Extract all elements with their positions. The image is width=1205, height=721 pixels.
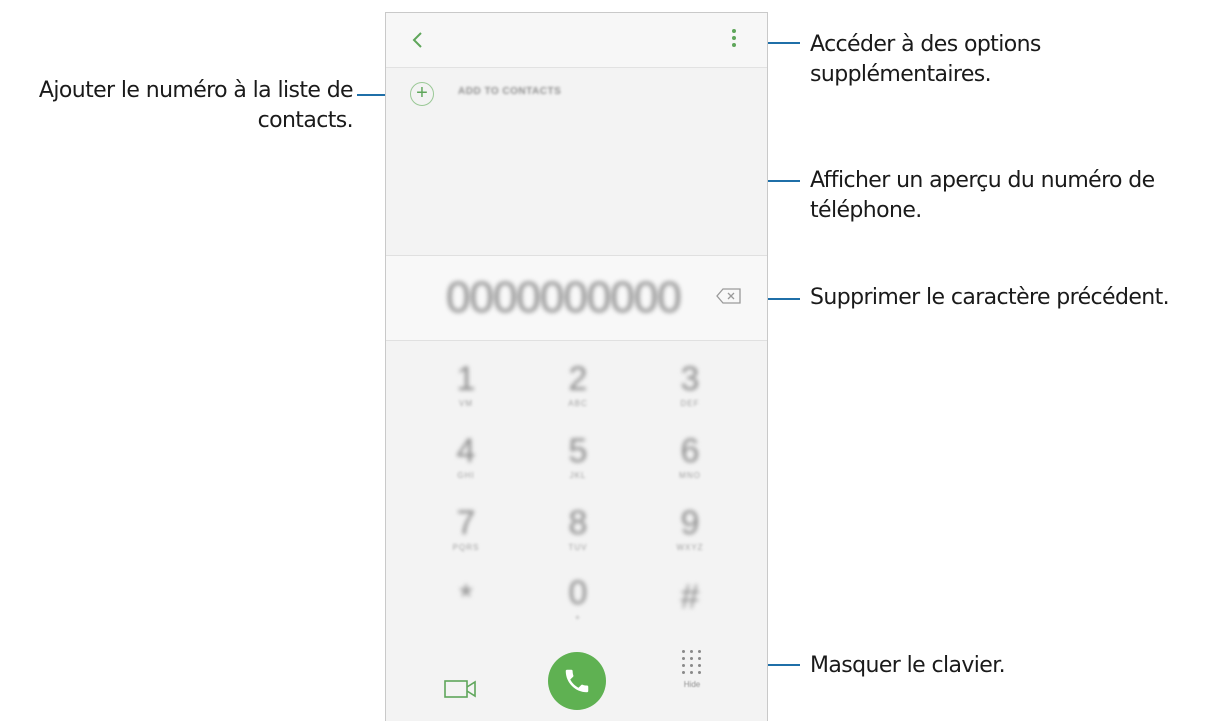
callout-more-options-line1: Accéder à des options [810, 32, 1041, 57]
keypad-key-5[interactable]: 5 JKL [538, 431, 618, 481]
callout-delete-char: Supprimer le caractère précédent. [810, 285, 1170, 310]
callout-add-contact-line1: Ajouter le numéro à la liste de [38, 78, 354, 103]
keypad-key-9[interactable]: 9 WXYZ [650, 503, 730, 553]
key-letters: VM [459, 399, 473, 408]
key-letters: WXYZ [676, 543, 704, 552]
phone-number-preview: 0000000000 [446, 273, 682, 322]
key-digit: 1 [456, 360, 476, 398]
add-to-contacts-row[interactable]: + ADD TO CONTACTS [386, 68, 767, 120]
key-digit: 4 [456, 432, 476, 470]
key-digit: 7 [456, 504, 476, 542]
phone-dialer-screen: + ADD TO CONTACTS 0000000000 1 VM 2 ABC … [385, 12, 768, 721]
keypad-hide-icon [682, 650, 702, 674]
callout-add-contact: Ajouter le numéro à la liste de contacts… [8, 76, 354, 136]
keypad-key-1[interactable]: 1 VM [426, 359, 506, 409]
key-letters: TUV [568, 543, 588, 552]
number-field[interactable]: 0000000000 [386, 255, 767, 341]
add-contact-icon[interactable]: + [410, 82, 434, 106]
keypad-key-star[interactable]: * [426, 577, 506, 627]
callout-more-options: Accéder à des options supplémentaires. [810, 30, 1200, 90]
keypad-key-0[interactable]: 0 + [538, 573, 618, 623]
key-digit: 9 [680, 504, 700, 542]
back-icon[interactable] [408, 27, 428, 53]
key-letters [426, 617, 506, 627]
key-digit: 8 [568, 504, 588, 542]
key-letters: + [575, 613, 581, 622]
callout-preview: Afficher un aperçu du numéro de téléphon… [810, 166, 1202, 226]
callout-hide-keypad: Masquer le clavier. [810, 653, 1006, 678]
key-digit: 2 [568, 360, 588, 398]
keypad-key-8[interactable]: 8 TUV [538, 503, 618, 553]
hide-label: Hide [683, 680, 701, 689]
key-letters: GHI [457, 471, 475, 480]
key-letters: JKL [569, 471, 587, 480]
phone-icon [565, 669, 589, 693]
keypad-key-hash[interactable]: # [650, 577, 730, 627]
callout-preview-line1: Afficher un aperçu du numéro de [810, 168, 1155, 193]
more-options-icon[interactable] [727, 29, 741, 51]
callout-add-contact-line2: contacts. [257, 108, 354, 133]
key-letters: PQRS [452, 543, 480, 552]
key-digit: 0 [568, 574, 588, 612]
key-letters: ABC [568, 399, 588, 408]
top-bar [386, 13, 767, 68]
video-call-icon[interactable] [444, 677, 478, 701]
add-to-contacts-label: ADD TO CONTACTS [458, 86, 562, 97]
key-digit: * [459, 578, 473, 616]
key-letters: MNO [679, 471, 701, 480]
key-digit: 6 [680, 432, 700, 470]
keypad-key-2[interactable]: 2 ABC [538, 359, 618, 409]
keypad-key-6[interactable]: 6 MNO [650, 431, 730, 481]
hide-keypad-button[interactable]: Hide [680, 650, 704, 710]
key-digit: # [680, 578, 700, 616]
callout-more-options-line2: supplémentaires. [810, 62, 992, 87]
key-letters [650, 617, 730, 627]
keypad-key-4[interactable]: 4 GHI [426, 431, 506, 481]
keypad-key-7[interactable]: 7 PQRS [426, 503, 506, 553]
key-digit: 3 [680, 360, 700, 398]
key-digit: 5 [568, 432, 588, 470]
keypad-key-3[interactable]: 3 DEF [650, 359, 730, 409]
backspace-icon[interactable] [716, 288, 742, 304]
callout-preview-line2: téléphone. [810, 198, 922, 223]
call-button[interactable] [548, 652, 606, 710]
key-letters: DEF [680, 399, 700, 408]
